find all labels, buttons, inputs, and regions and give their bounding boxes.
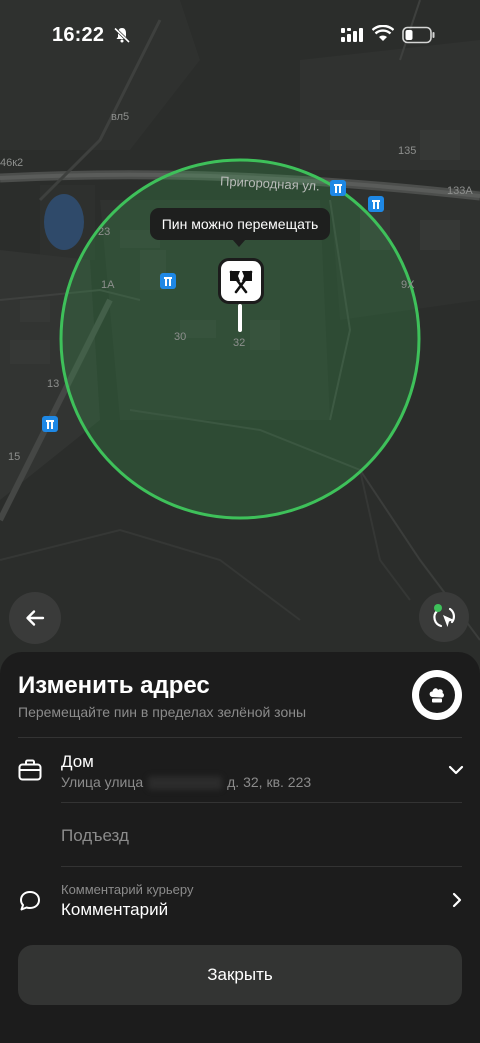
map-number: 32: [233, 337, 245, 349]
chevron-right-icon: [452, 892, 462, 908]
move-pin-tooltip: Пин можно перемещать: [150, 208, 330, 240]
entrance-field[interactable]: Подъезд: [61, 826, 129, 846]
edit-address-sheet: Изменить адрес Перемещайте пин в предела…: [0, 652, 480, 1043]
address-row[interactable]: Дом Улица улица д. 32, кв. 223: [0, 752, 480, 802]
pin-stem: [238, 304, 242, 332]
map-number: 46к2: [0, 157, 23, 169]
map-number: 15: [8, 451, 20, 463]
map-number: 13: [47, 378, 59, 390]
speech-bubble-icon: [20, 891, 40, 911]
map-number: 9Х: [401, 279, 415, 291]
crossed-flags-icon: [229, 270, 253, 294]
map-number: вл5: [111, 111, 129, 123]
map-number: 1А: [101, 279, 115, 291]
tooltip-tail: [232, 239, 246, 247]
briefcase-icon: [18, 759, 42, 781]
divider: [61, 802, 462, 803]
close-button[interactable]: Закрыть: [18, 945, 462, 1005]
map[interactable]: вл5 46к2 135 133А 23 1А 30 32 13 15 9Х П…: [0, 0, 480, 700]
map-number: 133А: [447, 185, 473, 197]
locate-me-icon: [433, 604, 455, 628]
chevron-down-icon[interactable]: [448, 764, 464, 776]
divider: [18, 737, 462, 738]
sheet-title: Изменить адрес: [18, 672, 210, 699]
back-button[interactable]: [9, 592, 61, 644]
address-line: Улица улица д. 32, кв. 223: [61, 774, 312, 791]
status-bar: 16:22: [0, 0, 480, 70]
battery-icon: [402, 26, 435, 44]
chef-avatar[interactable]: [412, 670, 462, 720]
wifi-icon: [372, 25, 394, 41]
my-location-button[interactable]: [419, 592, 469, 642]
divider: [61, 866, 462, 867]
bell-muted-icon: [114, 27, 130, 43]
cellular-signal-icon: [341, 28, 363, 42]
map-number: 23: [98, 226, 110, 238]
comment-label: Комментарий курьеру: [61, 882, 194, 897]
sheet-subtitle: Перемещайте пин в пределах зелёной зоны: [18, 704, 307, 720]
courier-comment-row[interactable]: Комментарий курьеру Комментарий: [0, 882, 480, 922]
redacted-street: [148, 776, 223, 791]
status-time: 16:22: [52, 24, 105, 46]
comment-value: Комментарий: [61, 900, 169, 919]
map-number: 30: [174, 331, 186, 343]
arrow-left-icon: [26, 610, 45, 626]
chef-hat-icon: [429, 688, 444, 703]
address-name: Дом: [61, 752, 94, 771]
location-pin[interactable]: [218, 258, 264, 304]
map-number: 135: [398, 145, 416, 157]
